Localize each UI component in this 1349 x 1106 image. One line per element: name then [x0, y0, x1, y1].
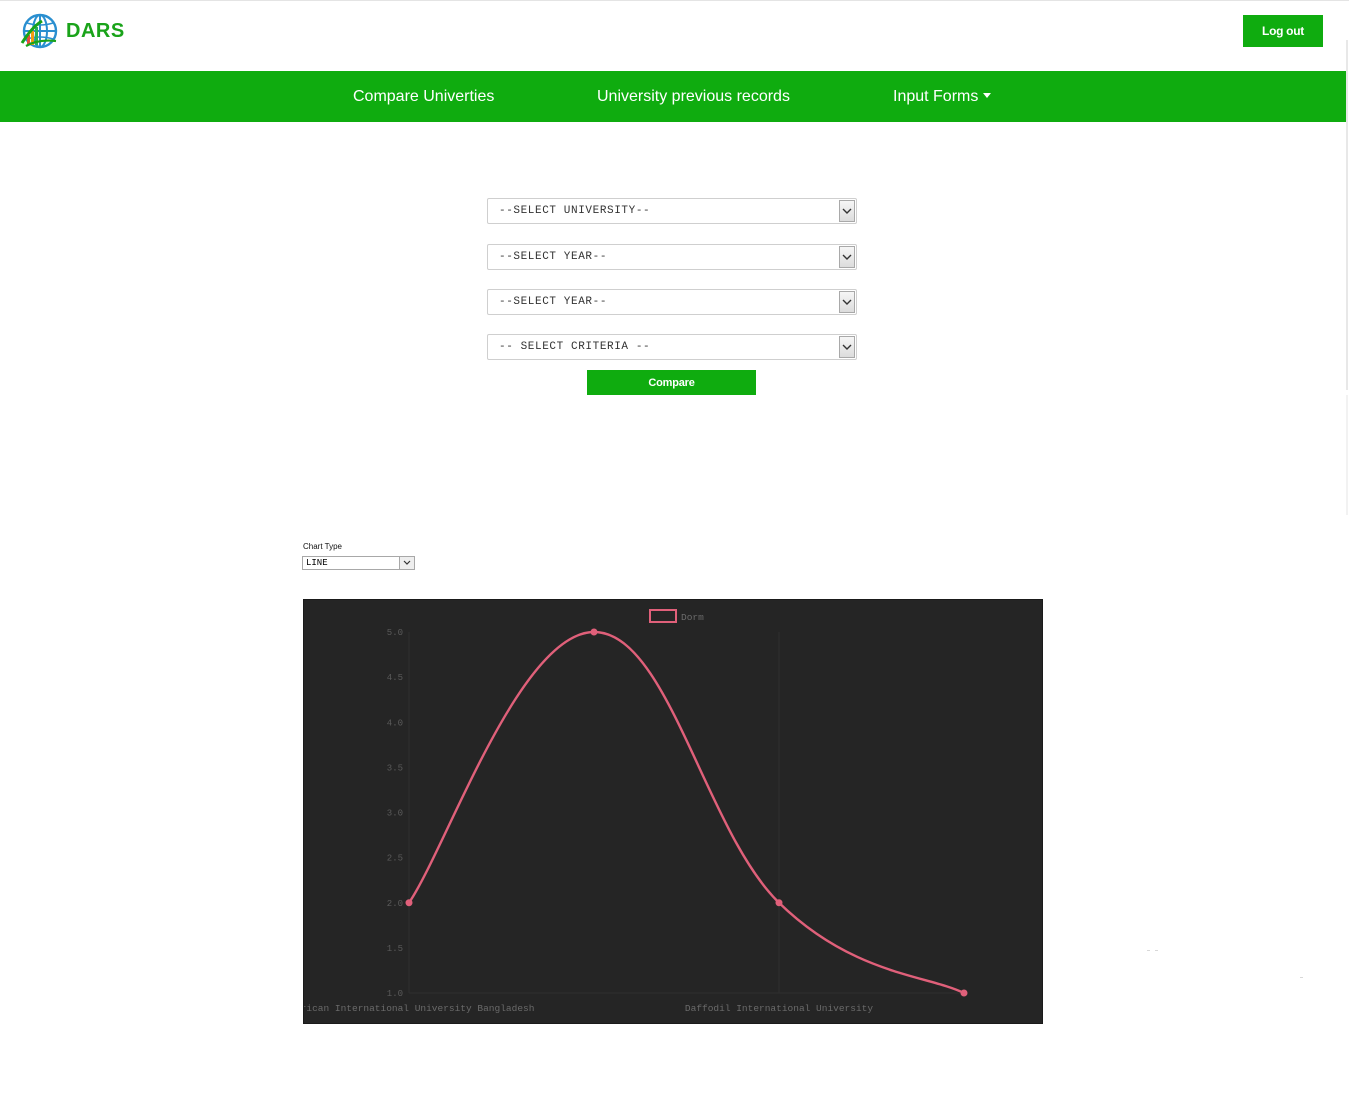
data-point [590, 628, 598, 636]
chart-type-label: Chart Type [303, 542, 342, 551]
nav-input-forms-dropdown[interactable]: Input Forms [893, 71, 992, 122]
header-bar: DARS Log out [0, 0, 1349, 70]
chart-type-select[interactable]: LINE [302, 556, 415, 570]
chevron-down-icon[interactable] [399, 557, 414, 569]
criteria-select-value: -- SELECT CRITERIA -- [499, 341, 651, 353]
logo-text: DARS [66, 19, 125, 42]
university-select[interactable]: --SELECT UNIVERSITY-- [487, 198, 857, 224]
y-tick-label: 4.0 [387, 718, 403, 728]
main-navbar: Compare Univerties University previous r… [0, 71, 1346, 122]
y-tick-label: 1.5 [387, 944, 403, 954]
y-tick-label: 3.0 [387, 809, 403, 819]
caret-down-icon [983, 93, 992, 99]
line-chart: 5.0 4.5 4.0 3.5 3.0 2.5 2.0 1.5 1.0 American Inte… [303, 599, 1043, 1024]
nav-input-forms-label: Input Forms [893, 88, 979, 105]
x-tick-label: Daffodil International University [685, 1003, 873, 1014]
chevron-down-icon[interactable] [839, 336, 855, 358]
y-tick-label: 2.5 [387, 854, 403, 864]
y-tick-label: 4.5 [387, 673, 403, 683]
data-point [405, 899, 413, 907]
y-tick-label: 2.0 [387, 899, 403, 909]
logo[interactable]: DARS [18, 13, 125, 49]
year-from-select[interactable]: --SELECT YEAR-- [487, 244, 857, 270]
series-line-dorm [408, 630, 965, 995]
year-from-select-value: --SELECT YEAR-- [499, 251, 608, 263]
scrollbar-edge [1346, 40, 1348, 390]
university-select-value: --SELECT UNIVERSITY-- [499, 205, 651, 217]
nav-compare-universities[interactable]: Compare Univerties [353, 71, 494, 122]
logout-button[interactable]: Log out [1243, 15, 1323, 47]
scrollbar-edge-lower [1346, 395, 1348, 515]
year-to-select[interactable]: --SELECT YEAR-- [487, 289, 857, 315]
compare-button[interactable]: Compare [587, 370, 756, 395]
data-point [775, 899, 783, 907]
stray-mark [1300, 977, 1303, 978]
y-tick-label: 5.0 [387, 628, 403, 638]
chart-type-select-value: LINE [306, 558, 328, 568]
nav-university-records[interactable]: University previous records [597, 71, 790, 122]
legend-label: Dorm [681, 612, 704, 623]
globe-chart-icon [20, 13, 58, 49]
data-point [960, 989, 968, 997]
chevron-down-icon[interactable] [839, 291, 855, 313]
criteria-select[interactable]: -- SELECT CRITERIA -- [487, 334, 857, 360]
chevron-down-icon[interactable] [839, 246, 855, 268]
stray-mark [1147, 950, 1150, 951]
x-tick-label: American International University Bangla… [304, 1003, 534, 1014]
chevron-down-icon[interactable] [839, 200, 855, 222]
chart-canvas: 5.0 4.5 4.0 3.5 3.0 2.5 2.0 1.5 1.0 American Inte… [304, 609, 968, 1014]
stray-mark [1155, 950, 1158, 951]
y-tick-label: 3.5 [387, 763, 403, 773]
year-to-select-value: --SELECT YEAR-- [499, 296, 608, 308]
y-tick-label: 1.0 [387, 989, 403, 999]
legend-swatch [649, 609, 677, 623]
